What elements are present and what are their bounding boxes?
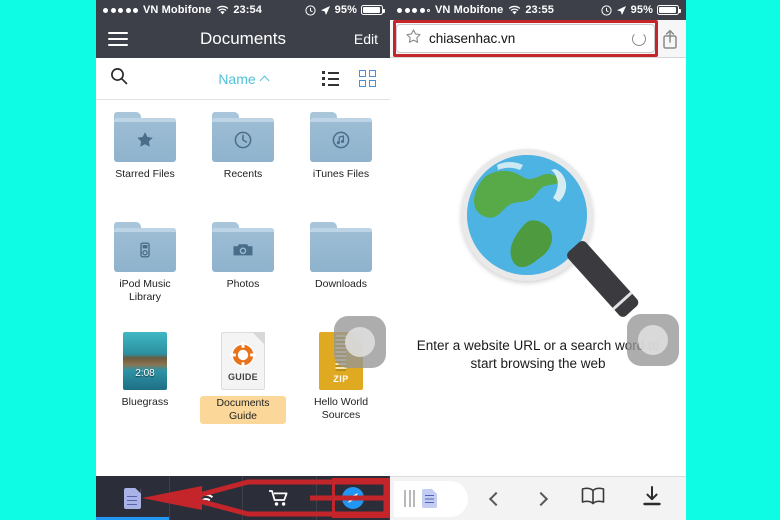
left-phone-panel: VN Mobifone 23:54 95% Documents Edit Nam… bbox=[96, 0, 390, 520]
video-thumbnail: 2:08 bbox=[123, 332, 167, 390]
video-duration-label: 2:08 bbox=[135, 368, 155, 379]
file-item-ipod[interactable]: iPod Music Library bbox=[96, 222, 194, 332]
star-icon bbox=[135, 130, 155, 150]
screenshot-root: VN Mobifone 23:54 95% Documents Edit Nam… bbox=[0, 0, 780, 520]
carrier-label: VN Mobifone bbox=[435, 4, 504, 16]
download-icon[interactable] bbox=[641, 485, 663, 512]
file-label: Starred Files bbox=[115, 168, 175, 180]
folder-icon bbox=[212, 112, 274, 162]
touch-indicator-left bbox=[334, 316, 386, 368]
ipod-icon bbox=[135, 240, 155, 260]
left-status-bar: VN Mobifone 23:54 95% bbox=[96, 0, 390, 20]
network-icon bbox=[198, 493, 213, 506]
url-bar-row: chiasenhac.vn bbox=[390, 20, 686, 58]
lifebuoy-icon bbox=[229, 341, 257, 369]
file-item-documents-guide[interactable]: GUIDE Documents Guide bbox=[194, 332, 292, 442]
file-label: Hello World Sources bbox=[313, 396, 369, 422]
folder-icon bbox=[114, 112, 176, 162]
tab-network[interactable] bbox=[170, 476, 243, 520]
folder-icon bbox=[212, 222, 274, 272]
music-note-icon bbox=[331, 130, 351, 150]
folder-icon bbox=[310, 222, 372, 272]
folder-icon bbox=[310, 112, 372, 162]
folder-icon bbox=[114, 222, 176, 272]
tab-documents[interactable] bbox=[96, 476, 170, 520]
tab-browser[interactable] bbox=[317, 476, 390, 520]
chevron-left-icon[interactable] bbox=[489, 491, 504, 506]
document-file-icon: GUIDE bbox=[221, 332, 265, 390]
browser-empty-state: Enter a website URL or a search word to … bbox=[390, 58, 686, 458]
file-badge-label: GUIDE bbox=[227, 372, 258, 382]
file-item-starred[interactable]: Starred Files bbox=[96, 112, 194, 222]
file-label: Photos bbox=[226, 278, 260, 290]
star-outline-icon[interactable] bbox=[405, 28, 422, 50]
camera-icon bbox=[231, 240, 255, 260]
alarm-icon bbox=[305, 4, 316, 16]
file-label: Recents bbox=[223, 168, 263, 180]
file-toolbar: Name bbox=[96, 58, 390, 100]
battery-icon bbox=[361, 5, 385, 15]
tab-cart[interactable] bbox=[243, 476, 317, 520]
search-icon[interactable] bbox=[110, 67, 128, 90]
file-item-recents[interactable]: Recents bbox=[194, 112, 292, 222]
battery-percent-label: 95% bbox=[630, 4, 653, 16]
touch-indicator-right bbox=[627, 314, 679, 366]
battery-percent-label: 95% bbox=[334, 4, 357, 16]
file-item-bluegrass[interactable]: 2:08 Bluegrass bbox=[96, 332, 194, 442]
wifi-icon bbox=[216, 5, 229, 15]
documents-icon bbox=[123, 487, 141, 509]
file-label: Downloads bbox=[315, 278, 367, 290]
file-label: Documents Guide bbox=[200, 396, 286, 425]
wifi-icon bbox=[508, 5, 521, 15]
url-text: chiasenhac.vn bbox=[429, 31, 516, 46]
hamburger-icon[interactable] bbox=[108, 32, 128, 46]
alarm-icon bbox=[601, 4, 612, 16]
clock-label: 23:54 bbox=[233, 4, 262, 16]
location-arrow-icon bbox=[616, 5, 626, 15]
left-tab-bar bbox=[96, 476, 390, 520]
list-view-icon[interactable] bbox=[322, 71, 339, 86]
signal-dots-icon bbox=[397, 7, 430, 13]
document-tab-icon bbox=[422, 489, 437, 508]
file-item-photos[interactable]: Photos bbox=[194, 222, 292, 332]
clock-label: 23:55 bbox=[525, 4, 554, 16]
browser-compass-icon bbox=[341, 487, 364, 509]
book-icon[interactable] bbox=[580, 486, 606, 511]
cart-icon bbox=[269, 490, 288, 506]
battery-icon bbox=[657, 5, 681, 15]
carrier-label: VN Mobifone bbox=[143, 4, 212, 16]
signal-dots-icon bbox=[103, 7, 138, 13]
edit-button[interactable]: Edit bbox=[354, 31, 378, 47]
grip-handle-icon[interactable] bbox=[404, 490, 415, 507]
chevron-up-icon bbox=[259, 75, 270, 85]
magnifying-glass-globe-icon bbox=[453, 143, 641, 343]
right-phone-panel: VN Mobifone 23:55 95% chiasenhac.vn Ente… bbox=[390, 0, 686, 520]
file-label: iTunes Files bbox=[312, 168, 370, 180]
loading-spinner-icon bbox=[632, 31, 646, 46]
browser-bottom-bar bbox=[390, 476, 686, 520]
left-nav-bar: Documents Edit bbox=[96, 20, 390, 58]
url-input[interactable]: chiasenhac.vn bbox=[393, 20, 658, 57]
page-title: Documents bbox=[200, 29, 286, 48]
chevron-right-icon[interactable] bbox=[533, 491, 548, 506]
file-label: iPod Music Library bbox=[119, 278, 171, 304]
file-badge-label: ZIP bbox=[333, 374, 349, 384]
share-icon[interactable] bbox=[660, 28, 680, 50]
grid-view-icon[interactable] bbox=[359, 70, 376, 87]
file-grid: Starred Files Recents iTunes Files iPod … bbox=[96, 100, 390, 434]
clock-icon bbox=[233, 130, 253, 150]
location-arrow-icon bbox=[320, 5, 330, 15]
sort-label: Name bbox=[218, 70, 256, 87]
browser-tab-item[interactable] bbox=[394, 480, 468, 517]
file-label: Bluegrass bbox=[121, 396, 169, 408]
file-item-itunes[interactable]: iTunes Files bbox=[292, 112, 390, 222]
right-status-bar: VN Mobifone 23:55 95% bbox=[390, 0, 686, 20]
